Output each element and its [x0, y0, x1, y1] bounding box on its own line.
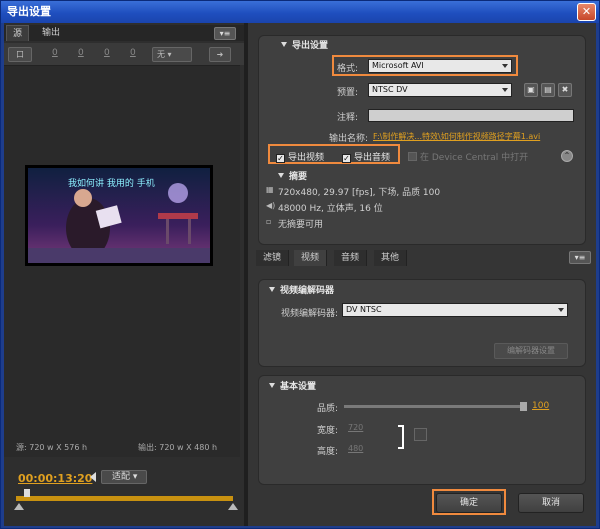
window-title: 导出设置 — [7, 5, 51, 18]
speaker-icon: ◀) — [266, 201, 276, 210]
width-value[interactable]: 720 — [348, 423, 363, 432]
export-settings-window: 导出设置 ✕ 源 输出 ▾≡ 口 0 0 0 0 无 ▾ ➜ 我如何讲 我用的 … — [0, 0, 600, 529]
work-area-start-icon[interactable] — [14, 503, 24, 510]
codec-label: 视频编解码器: — [280, 309, 338, 319]
device-central-icon[interactable]: ⌃ — [561, 150, 573, 162]
preset-label: 预置: — [336, 88, 358, 98]
playhead-icon[interactable] — [24, 489, 30, 497]
export-audio-checkbox[interactable]: ✓ 导出音频 — [342, 150, 390, 163]
tab-video[interactable]: 视频 — [294, 250, 328, 266]
window-titlebar: 导出设置 ✕ — [1, 1, 599, 23]
height-value[interactable]: 480 — [348, 444, 363, 453]
tab-output[interactable]: 输出 — [36, 25, 66, 41]
settings-tab-bar: 滤镜 视频 音频 其他 ▾≡ — [248, 250, 596, 266]
settings-menu-icon[interactable]: ▾≡ — [569, 251, 591, 264]
export-video-checkbox[interactable]: ✓ 导出视频 — [276, 150, 324, 163]
preset-dropdown[interactable]: NTSC DV — [368, 83, 512, 97]
quality-value[interactable]: 100 — [532, 401, 549, 411]
height-label: 高度: — [316, 447, 338, 457]
crop-top-value[interactable]: 0 — [78, 48, 84, 58]
width-label: 宽度: — [316, 426, 338, 436]
delete-preset-icon[interactable]: ✖ — [558, 83, 572, 97]
source-dimensions: 源: 720 w X 576 h — [16, 443, 88, 452]
dialog-client: 源 输出 ▾≡ 口 0 0 0 0 无 ▾ ➜ 我如何讲 我用的 手机 源: 7… — [4, 23, 596, 526]
zoom-fit-dropdown[interactable]: 适配 ▾ — [101, 470, 147, 484]
output-name-link[interactable]: F:\制作解决...特效\如何制作视频路径字幕1.avi — [373, 131, 540, 142]
tab-source[interactable]: 源 — [6, 25, 30, 41]
save-preset-icon[interactable]: ▣ — [524, 83, 538, 97]
video-caption: 我如何讲 我用的 手机 — [68, 177, 155, 189]
format-label: 格式: — [336, 64, 358, 74]
tab-other[interactable]: 其他 — [374, 250, 408, 266]
work-area-end-icon[interactable] — [228, 503, 238, 510]
settings-panel: 导出设置 格式: Microsoft AVI 预置: NTSC DV ▣ ▤ ✖… — [248, 23, 596, 526]
codec-value: DV NTSC — [346, 305, 382, 314]
quality-label: 品质: — [316, 404, 338, 414]
close-icon[interactable]: ✕ — [577, 3, 596, 21]
crop-ratio-dropdown[interactable]: 无 ▾ — [152, 47, 192, 62]
video-frame-image: 我如何讲 我用的 手机 — [28, 168, 210, 263]
ok-button[interactable]: 确定 — [436, 493, 502, 513]
format-value: Microsoft AVI — [372, 61, 424, 70]
timeline-track[interactable] — [16, 496, 233, 501]
output-name-label: 输出名称: — [328, 134, 368, 144]
device-central-checkbox[interactable]: 在 Device Central 中打开 — [408, 150, 528, 163]
film-icon: ▦ — [266, 185, 274, 194]
crop-bottom-value[interactable]: 0 — [130, 48, 136, 58]
codec-settings-button[interactable]: 编解码器设置 — [494, 343, 568, 359]
aspect-link-bracket-icon — [398, 425, 404, 449]
comment-label: 注释: — [336, 113, 358, 123]
summary-heading: 摘要 — [278, 169, 307, 182]
page-icon: ▫ — [266, 217, 272, 226]
video-preview: 我如何讲 我用的 手机 — [25, 165, 213, 266]
quality-slider-thumb[interactable] — [520, 402, 527, 411]
basic-settings-heading: 基本设置 — [269, 379, 316, 392]
codec-dropdown[interactable]: DV NTSC — [342, 303, 568, 317]
quality-slider[interactable] — [344, 405, 524, 408]
summary-audio: 48000 Hz, 立体声, 16 位 — [278, 204, 383, 214]
crop-right-value[interactable]: 0 — [104, 48, 110, 58]
import-preset-icon[interactable]: ▤ — [541, 83, 555, 97]
summary-video: 720x480, 29.97 [fps], 下场, 品质 100 — [278, 188, 441, 198]
zoom-fit-value: 适配 — [112, 472, 131, 482]
output-dimensions: 输出: 720 w X 480 h — [138, 443, 218, 452]
export-settings-heading: 导出设置 — [281, 38, 328, 51]
source-output-panel: 源 输出 ▾≡ 口 0 0 0 0 无 ▾ ➜ 我如何讲 我用的 手机 源: 7… — [4, 23, 244, 526]
left-tab-bar: 源 输出 ▾≡ — [4, 25, 244, 41]
timecode[interactable]: 00:00:13:20 — [18, 472, 92, 485]
cancel-button[interactable]: 取消 — [518, 493, 584, 513]
panel-menu-icon[interactable]: ▾≡ — [214, 27, 236, 40]
crop-icon[interactable]: 口 — [8, 47, 32, 62]
crop-ratio-value: 无 — [157, 50, 165, 59]
constrain-proportions-checkbox[interactable] — [414, 428, 427, 441]
preset-value: NTSC DV — [372, 85, 408, 94]
arrow-right-icon[interactable]: ➜ — [209, 47, 231, 62]
in-point-icon[interactable] — [90, 472, 96, 482]
left-toolbar: 口 0 0 0 0 无 ▾ ➜ — [4, 43, 244, 65]
crop-left-value[interactable]: 0 — [52, 48, 58, 58]
codec-heading: 视频编解码器 — [269, 283, 334, 296]
tab-audio[interactable]: 音频 — [334, 250, 368, 266]
comment-field[interactable] — [368, 109, 574, 122]
format-dropdown[interactable]: Microsoft AVI — [368, 59, 512, 73]
summary-other: 无摘要可用 — [278, 220, 324, 230]
tab-filters[interactable]: 滤镜 — [256, 250, 290, 266]
